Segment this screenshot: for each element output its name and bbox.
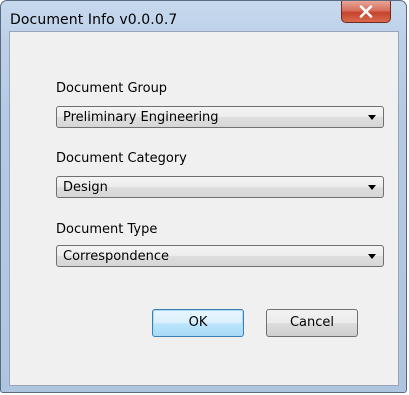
- dialog-window: Document Info v0.0.0.7 Document Group Pr…: [0, 0, 407, 393]
- document-group-value: Preliminary Engineering: [63, 110, 219, 125]
- chevron-down-icon: [368, 254, 376, 259]
- chevron-down-icon: [368, 115, 376, 120]
- document-category-label: Document Category: [56, 151, 187, 166]
- document-category-select[interactable]: Design: [56, 176, 384, 198]
- cancel-button[interactable]: Cancel: [266, 309, 358, 337]
- ok-button[interactable]: OK: [152, 309, 244, 337]
- close-button[interactable]: [341, 1, 391, 23]
- dialog-content: Document Group Preliminary Engineering D…: [9, 31, 399, 386]
- document-type-label: Document Type: [56, 222, 158, 237]
- window-title: Document Info v0.0.0.7: [10, 12, 178, 28]
- document-type-value: Correspondence: [63, 249, 170, 264]
- title-bar[interactable]: Document Info v0.0.0.7: [1, 1, 406, 31]
- close-icon: [359, 5, 373, 18]
- document-group-label: Document Group: [56, 81, 168, 96]
- chevron-down-icon: [368, 185, 376, 190]
- document-category-value: Design: [63, 180, 108, 195]
- document-group-select[interactable]: Preliminary Engineering: [56, 106, 384, 128]
- document-type-select[interactable]: Correspondence: [56, 245, 384, 267]
